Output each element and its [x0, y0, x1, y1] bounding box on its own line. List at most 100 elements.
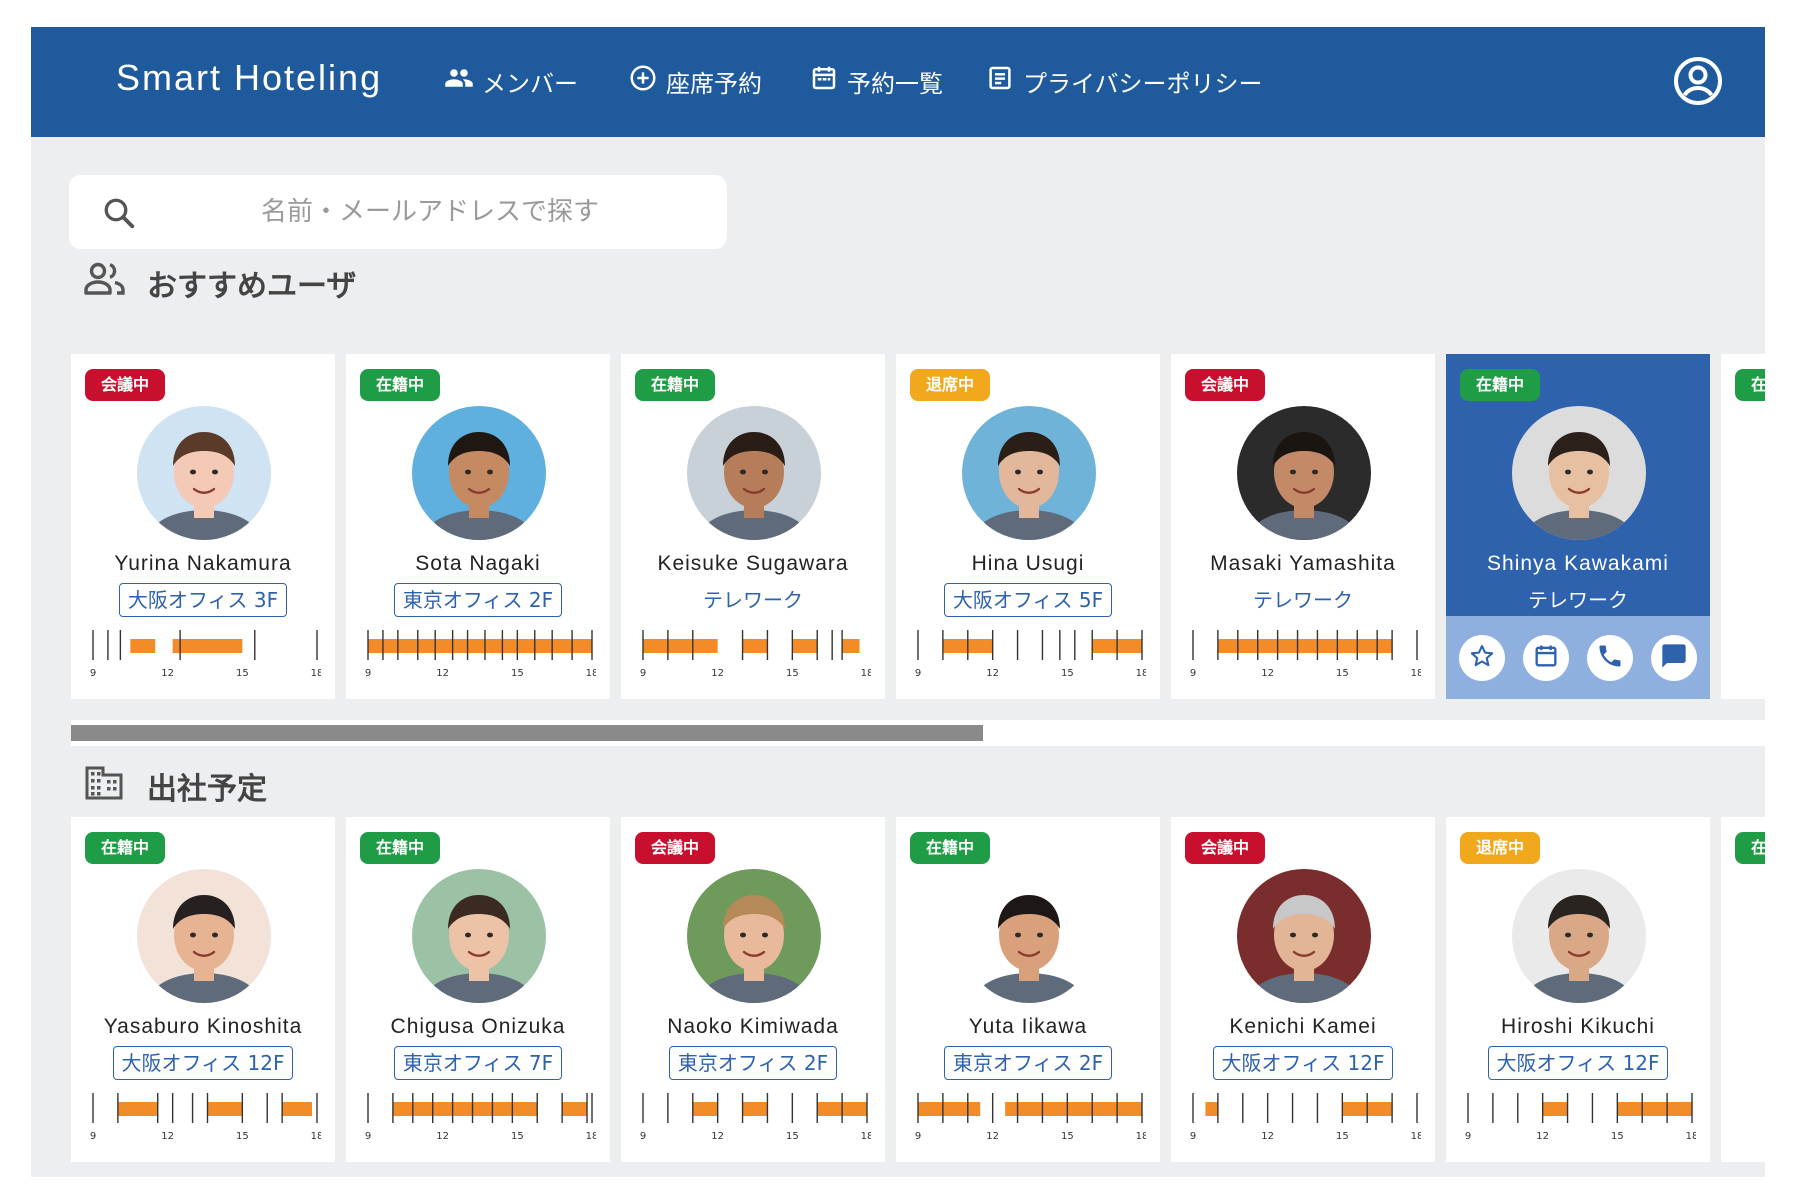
user-card[interactable]: 在籍中 Sota Nagaki 東京オフィス 2F 9 12 15 18: [346, 354, 610, 699]
timeline-hour-label: 9: [1465, 1131, 1471, 1142]
timeline-hour-label: 18: [1411, 668, 1421, 679]
location-label: 大阪オフィス 12F: [112, 1046, 294, 1080]
user-card[interactable]: 在籍中 Shinya Kawakami テレワーク: [1446, 354, 1710, 699]
availability-timeline: 9 12 15 18: [639, 626, 871, 688]
timeline-hour-label: 9: [365, 1131, 371, 1142]
user-card[interactable]: 在籍中 Chigusa Onizuka 東京オフィス 7F 9 12 15 18: [346, 817, 610, 1162]
timeline-hour-label: 9: [90, 1131, 96, 1142]
search-icon[interactable]: [101, 195, 137, 231]
nav-reservation-list-label: 予約一覧: [847, 69, 943, 98]
location-label: 大阪オフィス 3F: [118, 583, 288, 617]
availability-timeline: 9 12 15 18: [89, 1089, 321, 1151]
availability-timeline-chart: 9 12 15 18: [365, 1093, 596, 1142]
user-card[interactable]: 在籍中 Yuta Iikawa 東京オフィス 2F 9 12 15 18: [896, 817, 1160, 1162]
app-brand[interactable]: Smart Hoteling: [116, 57, 382, 99]
timeline-hour-label: 12: [161, 1131, 174, 1142]
location-wrap: 大阪オフィス 12F: [1171, 1046, 1435, 1080]
location-wrap: 東京オフィス 2F: [346, 583, 610, 617]
availability-timeline-chart: 9 12 15 18: [915, 1093, 1146, 1142]
timeline-hour-label: 9: [640, 1131, 646, 1142]
chat-button[interactable]: [1651, 634, 1697, 681]
avatar: [962, 869, 1096, 1003]
location-label: 東京オフィス 7F: [393, 1046, 563, 1080]
star-button[interactable]: [1459, 634, 1505, 681]
location-wrap: 大阪オフィス 12F: [1446, 1046, 1710, 1080]
busy-bar: [692, 1102, 718, 1116]
availability-timeline-chart: 9 12 15 18: [365, 630, 596, 679]
scrollbar-thumb[interactable]: [71, 725, 983, 741]
avatar: [137, 869, 271, 1003]
account-button[interactable]: [1672, 55, 1724, 107]
calendar-button[interactable]: [1523, 634, 1569, 681]
user-card[interactable]: 在籍中 Yasaburo Kinoshita 大阪オフィス 12F 9 12 15 18: [71, 817, 335, 1162]
timeline-hour-label: 12: [711, 668, 724, 679]
busy-bar: [742, 639, 768, 653]
phone-icon: [1596, 642, 1624, 674]
nav-members[interactable]: メンバー: [444, 63, 578, 99]
busy-bar: [368, 639, 592, 653]
location-wrap: 東京オフィス 2F: [621, 1046, 885, 1080]
availability-timeline-chart: 9 12 15 18: [640, 1093, 871, 1142]
timeline-hour-label: 15: [1061, 668, 1074, 679]
busy-bar: [117, 1102, 158, 1116]
timeline-hour-label: 18: [586, 668, 596, 679]
timeline-hour-label: 18: [311, 668, 321, 679]
user-card-partial[interactable]: 在籍中: [1721, 817, 1765, 1162]
timeline-hour-label: 15: [1336, 1131, 1349, 1142]
user-name: Naoko Kimiwada: [667, 1015, 839, 1038]
user-card-partial[interactable]: 在籍中: [1721, 354, 1765, 699]
timeline-hour-label: 9: [915, 1131, 921, 1142]
schedule-section-title: 出社予定: [147, 772, 267, 807]
busy-bar: [392, 1102, 538, 1116]
user-card[interactable]: 在籍中 Keisuke Sugawara テレワーク 9 12 15 18: [621, 354, 885, 699]
status-badge: 在籍中: [635, 369, 716, 401]
user-card[interactable]: 会議中 Naoko Kimiwada 東京オフィス 2F 9 12 15 18: [621, 817, 885, 1162]
timeline-hour-label: 18: [311, 1131, 321, 1142]
nav-seat-reservation[interactable]: 座席予約: [628, 63, 762, 99]
availability-timeline-chart: 9 12 15 18: [1465, 1093, 1696, 1142]
busy-bar: [282, 1102, 313, 1116]
avatar: [1512, 406, 1646, 540]
busy-bar: [172, 639, 243, 653]
star-icon: [1468, 642, 1496, 674]
location-label: 東京オフィス 2F: [393, 583, 563, 617]
user-name: Masaki Yamashita: [1210, 552, 1396, 575]
user-card[interactable]: 会議中 Kenichi Kamei 大阪オフィス 12F 9 12 15 18: [1171, 817, 1435, 1162]
avatar: [412, 869, 546, 1003]
user-name: Yuta Iikawa: [968, 1015, 1088, 1038]
status-badge: 在籍中: [85, 832, 166, 864]
user-card[interactable]: 会議中 Masaki Yamashita テレワーク 9 12 15 18: [1171, 354, 1435, 699]
user-card[interactable]: 退席中 Hiroshi Kikuchi 大阪オフィス 12F 9 12 15 18: [1446, 817, 1710, 1162]
status-badge: 会議中: [1185, 369, 1266, 401]
nav-privacy-policy[interactable]: プライバシーポリシー: [985, 63, 1263, 99]
location-label: 大阪オフィス 12F: [1212, 1046, 1394, 1080]
timeline-hour-label: 18: [1136, 668, 1146, 679]
timeline-hour-label: 9: [1190, 668, 1196, 679]
avatar: [962, 406, 1096, 540]
user-card[interactable]: 会議中 Yurina Nakamura 大阪オフィス 3F 9 12 15 18: [71, 354, 335, 699]
document-icon: [985, 63, 1015, 99]
horizontal-scrollbar[interactable]: [71, 720, 1765, 746]
search-input[interactable]: [165, 187, 695, 237]
busy-bar: [1205, 1102, 1218, 1116]
status-badge: 会議中: [1185, 832, 1266, 864]
availability-timeline: 9 12 15 18: [914, 1089, 1146, 1151]
avatar: [1237, 406, 1371, 540]
timeline-hour-label: 18: [861, 1131, 871, 1142]
timeline-hour-label: 12: [1261, 1131, 1274, 1142]
busy-bar: [1217, 639, 1393, 653]
timeline-hour-label: 12: [436, 668, 449, 679]
nav-seat-reservation-label: 座席予約: [666, 69, 762, 98]
location-label: 東京オフィス 2F: [943, 1046, 1113, 1080]
status-badge: 会議中: [85, 369, 166, 401]
recommended-section-heading: おすすめユーザ: [83, 259, 356, 307]
avatar: [412, 406, 546, 540]
user-card[interactable]: 退席中 Hina Usugi 大阪オフィス 5F 9 12 15 18: [896, 354, 1160, 699]
timeline-hour-label: 12: [711, 1131, 724, 1142]
location-label: 大阪オフィス 12F: [1487, 1046, 1669, 1080]
nav-reservation-list[interactable]: 予約一覧: [809, 63, 943, 99]
account-circle-icon: [1672, 57, 1724, 111]
phone-button[interactable]: [1587, 634, 1633, 681]
busy-bar: [742, 1102, 768, 1116]
busy-bar: [130, 639, 156, 653]
